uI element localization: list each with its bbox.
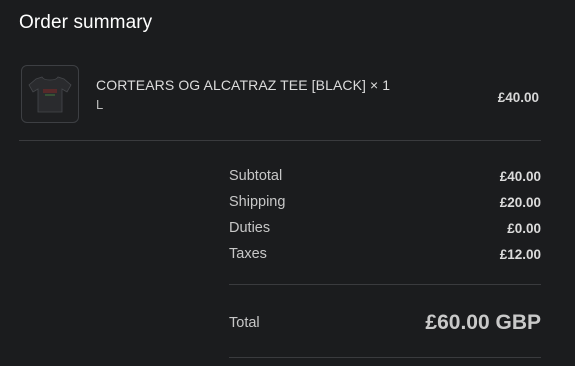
- taxes-label: Taxes: [229, 246, 267, 262]
- grand-total-label: Total: [229, 315, 260, 331]
- shipping-value: £20.00: [499, 194, 541, 210]
- subtotal-label: Subtotal: [229, 168, 283, 184]
- duties-label: Duties: [229, 220, 271, 236]
- shipping-row: Shipping £20.00: [229, 189, 541, 215]
- divider: [19, 140, 541, 141]
- product-name: CORTEARS OG ALCATRAZ TEE [BLACK] × 1: [96, 77, 391, 93]
- product-variant: L: [96, 97, 104, 112]
- order-summary-title: Order summary: [19, 12, 153, 33]
- product-thumbnail: [21, 65, 79, 123]
- product-price: £40.00: [497, 90, 539, 105]
- taxes-row: Taxes £12.00: [229, 241, 541, 267]
- line-item: CORTEARS OG ALCATRAZ TEE [BLACK] × 1 L £…: [21, 65, 541, 125]
- duties-value: £0.00: [507, 220, 541, 236]
- duties-row: Duties £0.00: [229, 215, 541, 241]
- bottom-divider: [229, 357, 541, 358]
- grand-total-row: Total £60.00 GBP: [229, 306, 541, 340]
- subtotal-value: £40.00: [499, 168, 541, 184]
- totals-divider: [229, 284, 541, 285]
- subtotal-row: Subtotal £40.00: [229, 163, 541, 189]
- shipping-label: Shipping: [229, 194, 286, 210]
- taxes-value: £12.00: [499, 246, 541, 262]
- grand-total-value: £60.00 GBP: [425, 311, 541, 334]
- totals-breakdown: Subtotal £40.00 Shipping £20.00 Duties £…: [229, 163, 541, 267]
- tshirt-thumbnail-icon: [28, 76, 72, 113]
